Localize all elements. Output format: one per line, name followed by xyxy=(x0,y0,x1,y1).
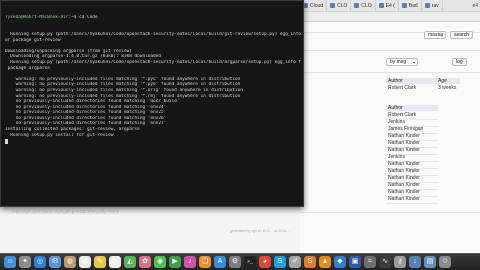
browser-tab[interactable]: CLO xyxy=(351,0,376,12)
branch-select[interactable]: master ▾ xyxy=(424,31,446,39)
sublime-icon[interactable]: S xyxy=(304,256,316,268)
divider xyxy=(300,72,480,73)
messages-icon[interactable]: ◉ xyxy=(154,256,166,268)
terminal-cursor-line xyxy=(5,138,301,144)
favicon-icon xyxy=(354,3,360,9)
downloads-icon[interactable]: ↓ xyxy=(409,256,421,268)
tab-label: CLO xyxy=(337,3,348,9)
terminal-window[interactable]: Tyseda@Robrt-MacBook-Air:~$ cd Code Runn… xyxy=(0,0,304,207)
profile-badge[interactable]: e4 xyxy=(472,1,478,11)
vlc-icon[interactable]: ▲ xyxy=(319,256,331,268)
chevron-down-icon: ▾ xyxy=(440,33,443,38)
reminders-icon[interactable]: ☑ xyxy=(109,256,121,268)
row-divider xyxy=(386,202,438,204)
table-row-author[interactable]: Nathan Kinder xyxy=(386,189,420,195)
page-content: master ▾ search by msg ▾ log Author Age … xyxy=(300,22,480,253)
chevron-down-icon: ▾ xyxy=(412,60,415,65)
facetime-icon[interactable]: ▶ xyxy=(169,256,181,268)
prompt-user: Tyseda@Robrt-MacBook-Air xyxy=(5,15,69,21)
appstore-icon[interactable]: A xyxy=(214,256,226,268)
terminal-cursor xyxy=(5,138,8,144)
sort-select[interactable]: by msg ▾ xyxy=(386,58,418,66)
table-row-author[interactable]: James Finnigan xyxy=(386,126,423,132)
tab-label: Bad xyxy=(408,3,418,9)
browser-tab[interactable]: E4 ( xyxy=(376,0,399,12)
terminal-output: Tyseda@Robrt-MacBook-Air:~$ cd Code Runn… xyxy=(5,4,301,144)
table-row-author[interactable]: Nathan Kinder xyxy=(386,182,420,188)
table-row-author[interactable]: Nathan Kinder xyxy=(386,140,420,146)
notes-icon[interactable]: ✎ xyxy=(94,256,106,268)
favicon-icon xyxy=(424,3,430,9)
dock-icons: ☺ ✦ ◎ ✉ ◍ ▦ ✎ ☑ ◭ ✿ ◉ ▶ ♪ ❑ A ⚙ >_ ◕ S ✐ S ▲ ◆ ▣ = ∿ ⚷ ↓ ▤ ♲ xyxy=(4,256,451,268)
ibooks-icon[interactable]: ❑ xyxy=(199,256,211,268)
favicon-icon xyxy=(378,3,384,9)
terminal-icon[interactable]: >_ xyxy=(244,256,256,268)
table-row-author[interactable]: Nathan Kinder xyxy=(386,161,420,167)
calculator-icon[interactable]: = xyxy=(364,256,376,268)
divider xyxy=(300,50,480,51)
table-row-author[interactable]: Nathan Kinder xyxy=(386,133,420,139)
mail-icon[interactable]: ✉ xyxy=(49,256,61,268)
tab-strip: Cloud CLO CLO E4 ( Bad rav xyxy=(300,0,443,12)
table-row-author[interactable]: Nathan Kinder xyxy=(386,196,420,202)
chrome-icon[interactable]: ◕ xyxy=(259,256,271,268)
contacts-icon[interactable]: ◍ xyxy=(64,256,76,268)
maps-icon[interactable]: ◭ xyxy=(124,256,136,268)
table-row-author[interactable]: Nathan Kinder xyxy=(386,147,420,153)
tab-label: CLO xyxy=(361,3,372,9)
launchpad-icon[interactable]: ✦ xyxy=(19,256,31,268)
sort-select-value: by msg xyxy=(390,59,407,65)
terminal-line: Running setup.py (path:/Users/hyakuhei/C… xyxy=(5,59,301,65)
safari-icon[interactable]: ◎ xyxy=(34,256,46,268)
keychain-icon[interactable]: ⚷ xyxy=(394,256,406,268)
dropbox-icon[interactable]: ◆ xyxy=(334,256,346,268)
photos-icon[interactable]: ✿ xyxy=(139,256,151,268)
table-row-author[interactable]: Jenkins xyxy=(386,154,405,160)
tab-label: rav xyxy=(431,3,439,9)
trash-icon[interactable]: ♲ xyxy=(439,256,451,268)
browser-tab[interactable]: Cloud xyxy=(300,0,328,12)
browser-tab[interactable]: rav xyxy=(422,0,443,12)
textedit-icon[interactable]: ✐ xyxy=(289,256,301,268)
documents-icon[interactable]: ▤ xyxy=(424,256,436,268)
preferences-icon[interactable]: ⚙ xyxy=(229,256,241,268)
table-row-author[interactable]: Jenkins xyxy=(386,119,405,125)
table-row-author[interactable]: Robert Clark xyxy=(386,112,416,118)
tab-label: E4 ( xyxy=(385,3,395,9)
favicon-icon xyxy=(401,3,407,9)
author-column-header: Author xyxy=(386,78,436,84)
skype-icon[interactable]: S xyxy=(274,256,286,268)
dock: ☺ ✦ ◎ ✉ ◍ ▦ ✎ ☑ ◭ ✿ ◉ ▶ ♪ ❑ A ⚙ >_ ◕ S ✐ S ▲ ◆ ▣ = ∿ ⚷ ↓ ▤ ♲ xyxy=(0,253,480,270)
browser-tab[interactable]: Bad xyxy=(399,0,422,12)
itunes-icon[interactable]: ♪ xyxy=(184,256,196,268)
switch-button[interactable]: search xyxy=(450,31,474,39)
table-row-author[interactable]: Nathan Kinder xyxy=(386,168,420,174)
favicon-icon xyxy=(330,3,336,9)
table-row-author[interactable]: Nathan Kinder xyxy=(386,175,420,181)
browser-tab[interactable]: CLO xyxy=(327,0,352,12)
search-button[interactable]: log xyxy=(452,58,467,66)
divider xyxy=(300,212,480,213)
activity-icon[interactable]: ∿ xyxy=(379,256,391,268)
table-cell-age: 3 weeks xyxy=(438,85,457,91)
terminal-line: Running setup.py (path:/Users/hyakuhei/C… xyxy=(5,31,301,37)
browser-toolbar xyxy=(300,12,480,22)
status-url: https://git.openstack.org/cgit/openstack… xyxy=(12,209,120,214)
prompt-command: :~$ cd Code xyxy=(68,15,98,21)
tab-label: Cloud xyxy=(310,3,324,9)
virtualbox-icon[interactable]: ▣ xyxy=(349,256,361,268)
finder-icon[interactable]: ☺ xyxy=(4,256,16,268)
calendar-icon[interactable]: ▦ xyxy=(79,256,91,268)
table-cell-author: Robert Clark xyxy=(388,85,417,91)
author-column-header: Author xyxy=(386,105,438,111)
terminal-prompt-line: Tyseda@Robrt-MacBook-Air:~$ cd Code xyxy=(5,15,301,21)
age-column-header: Age xyxy=(436,78,460,84)
page-footer: generated by cgit v0.10.2-... at 2015-..… xyxy=(229,229,291,233)
